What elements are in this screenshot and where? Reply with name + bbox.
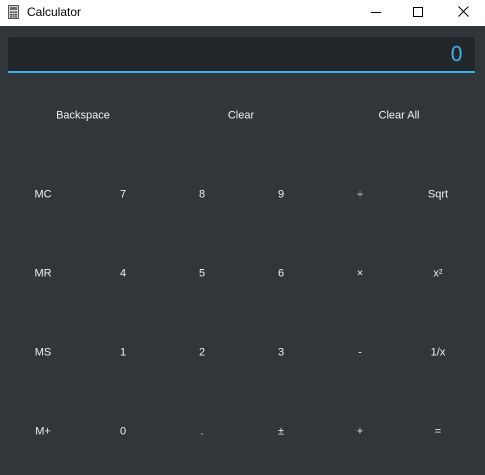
digit-6-button[interactable]: 6 [278, 268, 284, 281]
decimal-point-button[interactable]: . [200, 426, 203, 439]
digit-8-button[interactable]: 8 [199, 189, 205, 202]
reciprocal-button[interactable]: 1/x [431, 347, 446, 360]
digit-4-button[interactable]: 4 [120, 268, 126, 281]
subtract-button[interactable]: - [358, 347, 362, 360]
clear-all-button[interactable]: Clear All [379, 110, 420, 123]
sqrt-button[interactable]: Sqrt [428, 189, 448, 202]
window-title: Calculator [27, 5, 82, 19]
equals-button[interactable]: = [435, 426, 441, 439]
calculator-window: Calculator 0 Backspace Clear Clear All M… [0, 0, 485, 475]
title-bar[interactable]: Calculator [0, 0, 485, 26]
digit-3-button[interactable]: 3 [278, 347, 284, 360]
result-display: 0 [8, 37, 475, 73]
multiply-button[interactable]: × [357, 268, 363, 281]
change-sign-button[interactable]: ± [278, 426, 284, 439]
close-button[interactable] [440, 0, 485, 26]
digit-1-button[interactable]: 1 [120, 347, 126, 360]
memory-store-button[interactable]: MS [35, 347, 52, 360]
square-button[interactable]: x² [433, 268, 442, 281]
maximize-icon [413, 6, 423, 20]
add-button[interactable]: + [357, 426, 363, 439]
calculator-icon [8, 5, 19, 19]
backspace-button[interactable]: Backspace [56, 110, 110, 123]
digit-7-button[interactable]: 7 [120, 189, 126, 202]
digit-5-button[interactable]: 5 [199, 268, 205, 281]
clear-button[interactable]: Clear [228, 110, 254, 123]
display-value: 0 [450, 42, 463, 66]
memory-recall-button[interactable]: MR [34, 268, 51, 281]
digit-0-button[interactable]: 0 [120, 426, 126, 439]
digit-9-button[interactable]: 9 [278, 189, 284, 202]
divide-button[interactable]: ÷ [357, 189, 363, 202]
minimize-button[interactable] [353, 0, 399, 26]
memory-clear-button[interactable]: MC [34, 189, 51, 202]
memory-add-button[interactable]: M+ [35, 426, 51, 439]
close-icon [457, 6, 469, 20]
digit-2-button[interactable]: 2 [199, 347, 205, 360]
minimize-icon [371, 6, 381, 20]
maximize-button[interactable] [395, 0, 441, 26]
